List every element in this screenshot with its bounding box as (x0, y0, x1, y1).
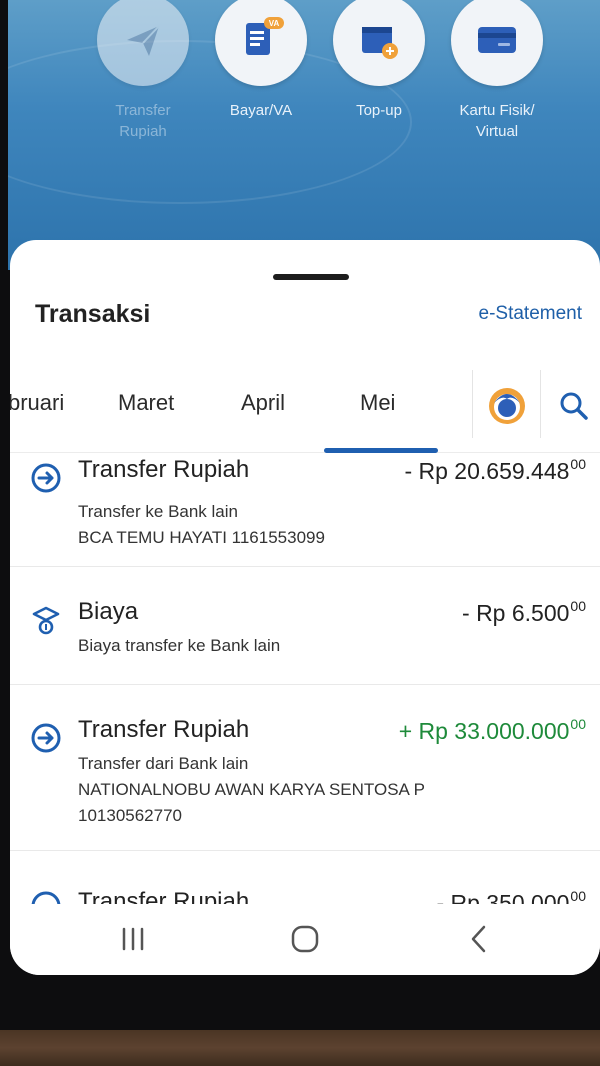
tab-month-april[interactable]: April (241, 390, 285, 416)
transfer-icon (30, 722, 62, 759)
quick-action-transfer-rupiah[interactable]: Transfer Rupiah (83, 0, 203, 142)
transfer-icon (30, 890, 62, 904)
quick-action-label: Transfer Rupiah (115, 102, 171, 140)
transaction-detail: Biaya transfer ke Bank lain (78, 636, 281, 655)
selected-month-indicator (324, 448, 438, 453)
transaction-detail: Transfer dari Bank lain (78, 754, 249, 773)
transaction-name: Transfer Rupiah (78, 888, 250, 904)
back-icon[interactable] (468, 924, 490, 959)
android-navbar (10, 904, 600, 975)
quick-action-label: Bayar/VA (229, 102, 293, 119)
transaction-item[interactable]: Transfer Rupiah - Rp 350.00000 (10, 888, 600, 904)
recent-apps-icon[interactable] (118, 926, 148, 957)
desk-surface (0, 1030, 600, 1066)
divider (10, 566, 600, 567)
tab-separator (472, 370, 473, 438)
wallet-topup-icon (333, 0, 425, 86)
transaction-amount: - Rp 6.50000 (462, 598, 586, 626)
tab-month-februari[interactable]: bruari (10, 390, 64, 416)
transaction-detail: 10130562770 (78, 806, 183, 825)
transactions-sheet: Transaksi e-Statement bruari Maret April… (10, 240, 600, 975)
fee-icon (30, 604, 62, 641)
bill-va-icon: VA (215, 0, 307, 86)
assistant-avatar-icon[interactable] (486, 385, 528, 432)
send-icon (97, 0, 189, 86)
tab-month-maret[interactable]: Maret (118, 390, 174, 416)
transfer-icon (30, 462, 62, 499)
tab-separator (540, 370, 541, 438)
transaction-name: Transfer Rupiah (78, 456, 250, 483)
va-badge-text: VA (269, 19, 280, 28)
card-icon (451, 0, 543, 86)
divider (10, 684, 600, 685)
transaction-amount: - Rp 20.659.44800 (404, 456, 586, 484)
transaction-name: Biaya (78, 598, 139, 625)
home-icon[interactable] (290, 925, 320, 958)
quick-action-top-up[interactable]: Top-up (319, 0, 439, 121)
quick-action-label: Kartu Fisik/ Virtual (459, 102, 535, 140)
divider (10, 850, 600, 851)
e-statement-link[interactable]: e-Statement (479, 303, 583, 325)
transaction-amount: + Rp 33.000.00000 (398, 716, 586, 744)
quick-actions-panel: Transfer Rupiah VA Bayar/VA Top-up Kartu… (8, 0, 600, 270)
transaction-amount: - Rp 350.00000 (436, 888, 586, 904)
sheet-title: Transaksi (35, 300, 151, 328)
transaction-detail: NATIONALNOBU AWAN KARYA SENTOSA P (78, 780, 426, 799)
transaction-name: Transfer Rupiah (78, 716, 250, 743)
quick-action-bayar-va[interactable]: VA Bayar/VA (201, 0, 321, 121)
transaction-detail: BCA TEMU HAYATI 1161553099 (78, 528, 325, 547)
phone-screen: Transfer Rupiah VA Bayar/VA Top-up Kartu… (0, 0, 600, 1030)
tabs-divider (10, 452, 600, 453)
transaction-detail: Transfer ke Bank lain (78, 502, 238, 521)
search-icon[interactable] (558, 390, 590, 427)
drag-handle[interactable] (273, 274, 349, 280)
quick-action-label: Top-up (356, 102, 402, 119)
quick-action-kartu[interactable]: Kartu Fisik/ Virtual (437, 0, 557, 142)
tab-month-mei[interactable]: Mei (360, 390, 395, 416)
